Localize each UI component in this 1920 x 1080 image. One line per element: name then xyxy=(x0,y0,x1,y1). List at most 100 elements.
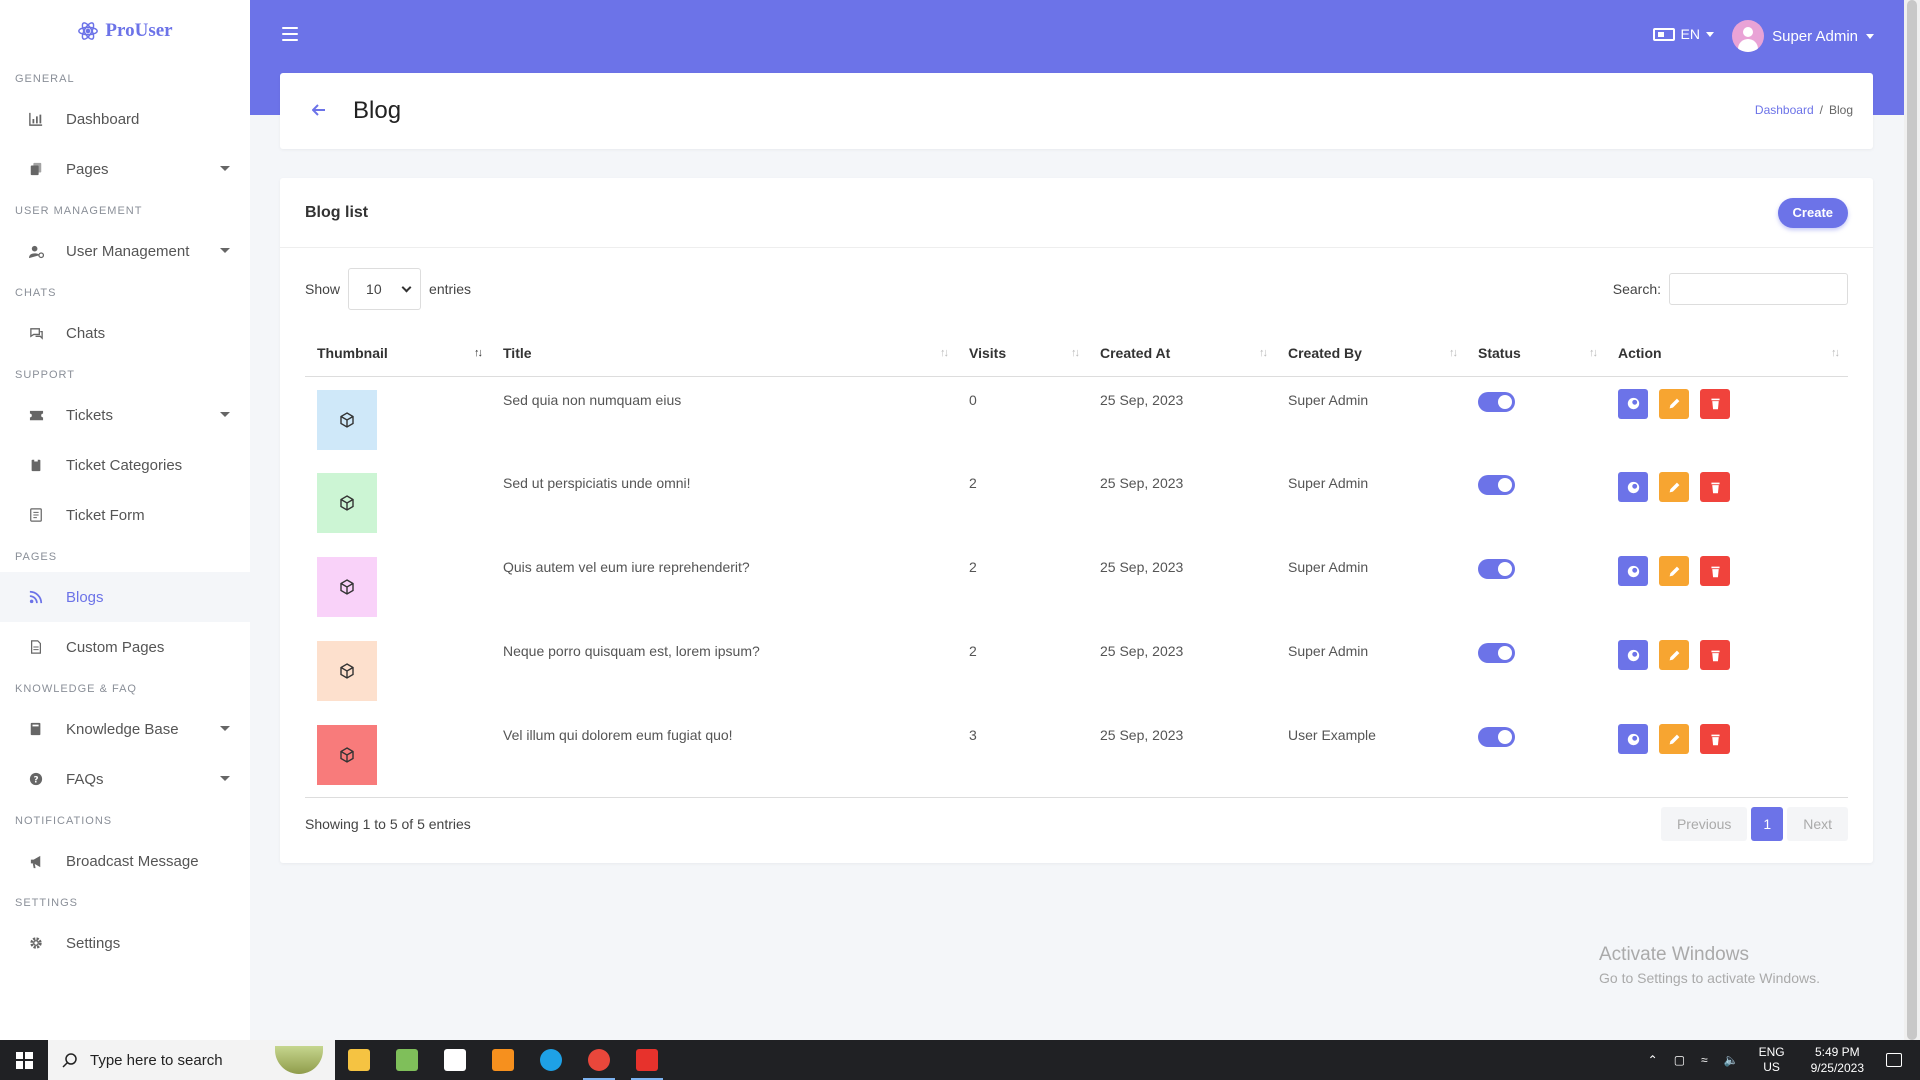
delete-button[interactable] xyxy=(1700,724,1730,754)
sidebar-item-user-management[interactable]: User Management xyxy=(0,226,250,276)
show-hidden-icons-icon[interactable]: ⌃ xyxy=(1648,1053,1658,1067)
taskbar-app[interactable] xyxy=(431,1040,479,1080)
trash-icon xyxy=(1709,565,1722,578)
back-arrow-icon[interactable] xyxy=(311,103,326,122)
column-header-thumbnail[interactable]: Thumbnail ↑↓ xyxy=(305,330,491,377)
status-toggle[interactable] xyxy=(1478,727,1515,747)
sidebar-item-label: Ticket Categories xyxy=(66,456,183,474)
column-header-created-at[interactable]: Created At ↑↓ xyxy=(1088,330,1276,377)
taskbar-app[interactable] xyxy=(383,1040,431,1080)
search-label: Search: xyxy=(1612,281,1661,297)
taskbar-app[interactable] xyxy=(527,1040,575,1080)
delete-button[interactable] xyxy=(1700,556,1730,586)
language-selector[interactable]: EN xyxy=(1652,26,1714,42)
pagination-page[interactable]: 1 xyxy=(1751,807,1784,841)
user-menu[interactable]: Super Admin xyxy=(1732,20,1874,52)
view-button[interactable] xyxy=(1618,556,1648,586)
sidebar-item-tickets[interactable]: Tickets xyxy=(0,390,250,440)
sort-icon: ↑↓ xyxy=(1449,347,1458,359)
create-button[interactable]: Create xyxy=(1777,197,1848,228)
sidebar-item-settings[interactable]: Settings xyxy=(0,918,250,968)
taskbar-search[interactable]: Type here to search xyxy=(48,1040,335,1080)
pencil-icon xyxy=(1668,649,1681,662)
delete-button[interactable] xyxy=(1700,388,1730,419)
sidebar-item-custom-pages[interactable]: Custom Pages xyxy=(0,622,250,672)
cube-icon xyxy=(339,579,355,595)
wifi-icon[interactable]: ≈ xyxy=(1701,1053,1708,1067)
breadcrumb-separator: / xyxy=(1819,103,1823,117)
sidebar-item-ticket-form[interactable]: Ticket Form xyxy=(0,490,250,540)
column-header-status[interactable]: Status ↑↓ xyxy=(1466,330,1606,377)
column-header-action[interactable]: Action ↑↓ xyxy=(1606,330,1848,377)
view-button[interactable] xyxy=(1618,472,1648,502)
sidebar-section-title: NOTIFICATIONS xyxy=(15,815,113,827)
view-button[interactable] xyxy=(1618,388,1648,419)
card-header: Blog list Create xyxy=(280,178,1873,248)
pagination: Previous 1 Next xyxy=(1660,807,1848,841)
notification-center-icon[interactable] xyxy=(1886,1053,1902,1067)
search-highlight-image xyxy=(275,1046,323,1074)
language-icon xyxy=(1652,27,1675,41)
breadcrumb-dashboard-link[interactable]: Dashboard xyxy=(1755,103,1814,117)
column-header-title[interactable]: Title ↑↓ xyxy=(491,330,957,377)
pagination-previous[interactable]: Previous xyxy=(1660,807,1748,841)
sidebar-item-label: Blogs xyxy=(66,588,104,606)
taskbar-app[interactable] xyxy=(575,1040,623,1080)
brand-logo[interactable]: ProUser xyxy=(0,0,250,62)
file-explorer-icon xyxy=(348,1049,370,1071)
menu-toggle-icon[interactable] xyxy=(282,27,298,41)
blog-visits: 2 xyxy=(969,475,977,491)
sidebar-item-ticket-categories[interactable]: Ticket Categories xyxy=(0,440,250,490)
page-scrollbar[interactable] xyxy=(1904,0,1920,1040)
volume-icon[interactable]: 🔈 xyxy=(1724,1053,1739,1067)
taskbar-app[interactable] xyxy=(623,1040,671,1080)
delete-button[interactable] xyxy=(1700,472,1730,502)
windows-taskbar: Type here to search ⌃ ▢ ≈ 🔈 ENG US 5:49 … xyxy=(0,1040,1920,1080)
sidebar-item-chats[interactable]: Chats xyxy=(0,308,250,358)
taskbar-app[interactable] xyxy=(479,1040,527,1080)
scrollbar-thumb[interactable] xyxy=(1907,0,1917,1040)
sidebar-item-knowledge-base[interactable]: Knowledge Base xyxy=(0,704,250,754)
sort-icon: ↑↓ xyxy=(1071,347,1080,359)
edit-button[interactable] xyxy=(1659,724,1689,754)
column-header-label: Created At xyxy=(1100,344,1171,361)
search-input[interactable] xyxy=(1669,273,1848,305)
column-header-visits[interactable]: Visits ↑↓ xyxy=(957,330,1088,377)
status-toggle[interactable] xyxy=(1478,475,1515,495)
pagination-next[interactable]: Next xyxy=(1787,807,1848,841)
column-header-label: Title xyxy=(503,344,532,361)
sidebar-item-faqs[interactable]: ? FAQs xyxy=(0,754,250,804)
sidebar-item-dashboard[interactable]: Dashboard xyxy=(0,94,250,144)
entries-length: Show 10 entries xyxy=(305,268,471,310)
taskbar-search-placeholder: Type here to search xyxy=(90,1051,223,1069)
sidebar-item-pages[interactable]: Pages xyxy=(0,144,250,194)
sidebar-item-label: Chats xyxy=(66,324,106,342)
sidebar-item-blogs[interactable]: Blogs xyxy=(0,572,250,622)
meet-now-icon[interactable]: ▢ xyxy=(1674,1053,1685,1067)
entries-select[interactable]: 10 xyxy=(348,268,422,310)
taskbar-app[interactable] xyxy=(335,1040,383,1080)
table-footer: Showing 1 to 5 of 5 entries Previous 1 N… xyxy=(305,806,1848,842)
edit-button[interactable] xyxy=(1659,388,1689,419)
system-clock[interactable]: 5:49 PM 9/25/2023 xyxy=(1811,1044,1864,1076)
table-controls: Show 10 entries Search: xyxy=(305,268,1848,310)
column-header-created-by[interactable]: Created By ↑↓ xyxy=(1276,330,1466,377)
watermark-title: Activate Windows xyxy=(1599,944,1749,965)
sidebar-item-label: User Management xyxy=(66,242,190,260)
view-button[interactable] xyxy=(1618,640,1648,670)
status-toggle[interactable] xyxy=(1478,391,1515,412)
chat-icon xyxy=(28,325,44,341)
view-button[interactable] xyxy=(1618,724,1648,754)
eye-icon xyxy=(1627,565,1640,578)
status-toggle[interactable] xyxy=(1478,559,1515,579)
delete-button[interactable] xyxy=(1700,640,1730,670)
input-language[interactable]: ENG US xyxy=(1759,1045,1785,1075)
edit-button[interactable] xyxy=(1659,472,1689,502)
status-toggle[interactable] xyxy=(1478,643,1515,663)
windows-start-button[interactable] xyxy=(0,1040,48,1080)
action-cell xyxy=(1606,628,1848,712)
pencil-icon xyxy=(1668,565,1681,578)
edit-button[interactable] xyxy=(1659,640,1689,670)
edit-button[interactable] xyxy=(1659,556,1689,586)
sidebar-item-broadcast-message[interactable]: Broadcast Message xyxy=(0,836,250,886)
